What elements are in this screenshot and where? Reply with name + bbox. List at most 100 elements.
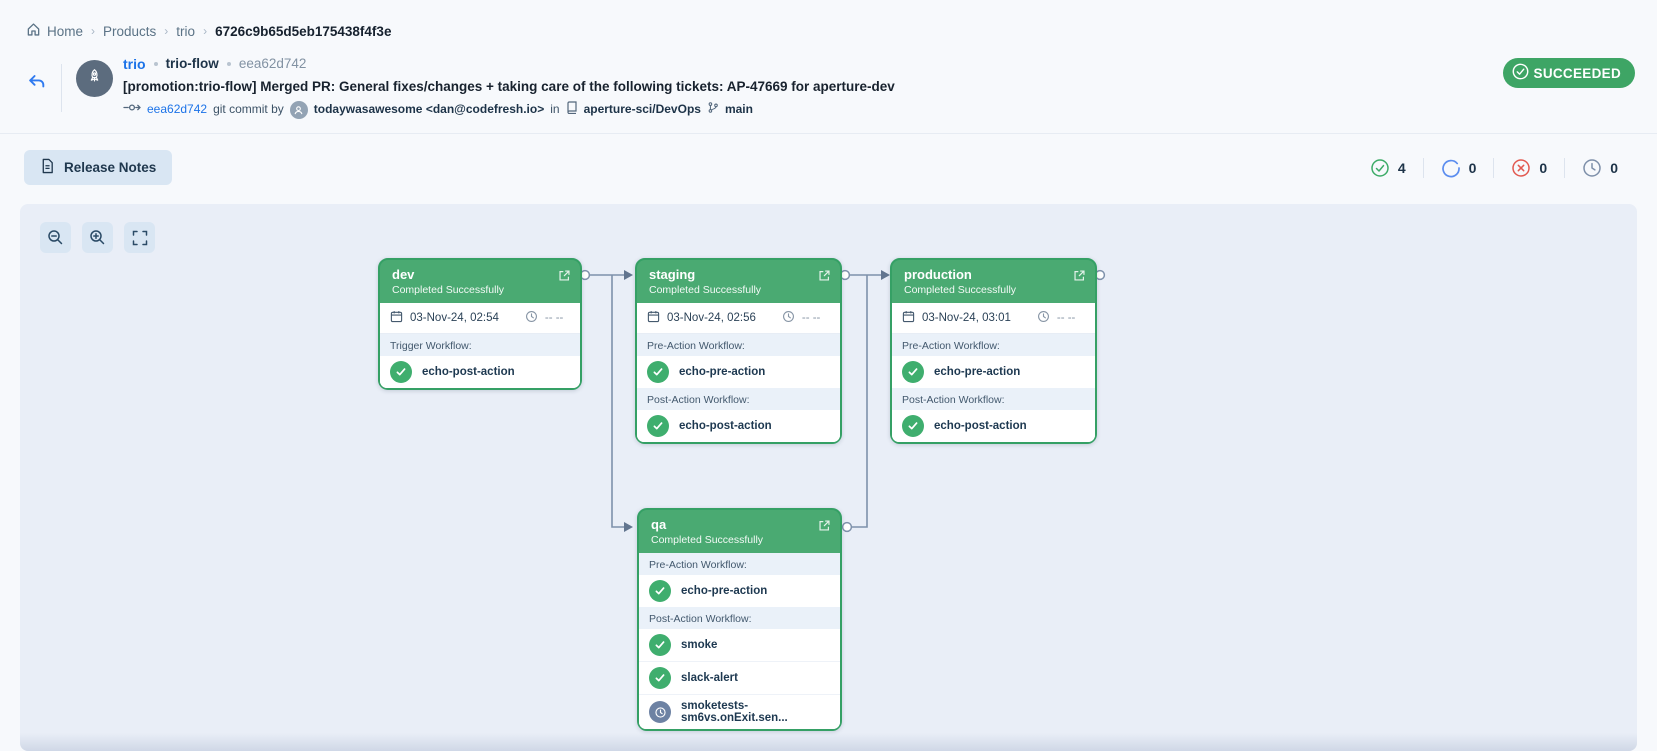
commit-sha-link[interactable]: eea62d742 [147, 101, 207, 118]
workflow-item-smoke[interactable]: smoke [639, 629, 840, 661]
release-header: trio trio-flow eea62d742 [promotion:trio… [0, 40, 1657, 119]
node-duration: -- -- [1057, 312, 1076, 324]
workflow-name: smoke [681, 639, 717, 651]
breadcrumb-trio-link[interactable]: trio [176, 24, 195, 39]
workflow-name: echo-pre-action [681, 585, 767, 597]
breadcrumb-current-release-id: 6726c9b65d5eb175438f4f3e [215, 24, 391, 39]
duration-clock-icon [782, 310, 795, 326]
node-date: 03-Nov-24, 02:56 [667, 312, 756, 324]
workflow-item-echo-post-action[interactable]: echo-post-action [637, 410, 840, 442]
environment-node-header: staging Completed Successfully [637, 260, 840, 303]
environment-node-production[interactable]: production Completed Successfully 03-Nov… [890, 258, 1097, 444]
workflow-success-icon [390, 361, 412, 383]
release-notes-button[interactable]: Release Notes [24, 150, 172, 185]
product-link[interactable]: trio [123, 54, 146, 74]
workflow-section-label: Pre-Action Workflow: [892, 334, 1095, 356]
flow-name: trio-flow [166, 54, 219, 74]
environment-status: Completed Successfully [392, 283, 568, 297]
environment-name: dev [392, 267, 568, 283]
duration-clock-icon [525, 310, 538, 326]
node-date-row: 03-Nov-24, 02:54 -- -- [380, 303, 580, 334]
node-duration: -- -- [802, 312, 821, 324]
counter-running: 0 [1423, 158, 1494, 178]
branch-name: main [725, 101, 753, 118]
environment-node-body: Pre-Action Workflow:echo-pre-actionPost-… [639, 553, 840, 729]
workflow-item-slack-alert[interactable]: slack-alert [639, 661, 840, 694]
release-avatar [76, 60, 113, 97]
node-date-row: 03-Nov-24, 02:56 -- -- [637, 303, 840, 334]
open-environment-icon[interactable] [1073, 269, 1086, 282]
environment-node-header: qa Completed Successfully [639, 510, 840, 553]
commit-by-label: git commit by [213, 101, 284, 118]
workflow-name: echo-post-action [422, 366, 515, 378]
zoom-in-button[interactable] [82, 222, 113, 253]
counter-failed: 0 [1493, 158, 1564, 178]
environment-node-staging[interactable]: staging Completed Successfully 03-Nov-24… [635, 258, 842, 444]
workflow-item-echo-pre-action[interactable]: echo-pre-action [639, 575, 840, 607]
commit-short: eea62d742 [239, 54, 307, 74]
workflow-section-label: Trigger Workflow: [380, 334, 580, 356]
node-duration: -- -- [545, 312, 564, 324]
commit-icon [123, 101, 141, 118]
workflow-item-smoketests-sm6vsonExitsen[interactable]: smoketests-sm6vs.onExit.sen... [639, 694, 840, 729]
promotion-flow-canvas[interactable]: dev Completed Successfully 03-Nov-24, 02… [20, 204, 1637, 751]
zoom-out-button[interactable] [40, 222, 71, 253]
workflow-success-icon [649, 580, 671, 602]
workflow-success-icon [649, 667, 671, 689]
node-date: 03-Nov-24, 03:01 [922, 312, 1011, 324]
workflow-item-echo-pre-action[interactable]: echo-pre-action [637, 356, 840, 388]
environment-name: production [904, 267, 1083, 283]
workflow-name: echo-pre-action [679, 366, 765, 378]
environment-node-header: dev Completed Successfully [380, 260, 580, 303]
header-divider [61, 64, 62, 112]
breadcrumb: Home › Products › trio › 6726c9b65d5eb17… [0, 0, 1657, 40]
environment-status: Completed Successfully [904, 283, 1083, 297]
environment-node-qa[interactable]: qa Completed Successfully Pre-Action Wor… [637, 508, 842, 731]
check-circle-icon [1370, 158, 1390, 178]
environment-node-dev[interactable]: dev Completed Successfully 03-Nov-24, 02… [378, 258, 582, 390]
open-environment-icon[interactable] [818, 519, 831, 532]
breadcrumb-separator: › [164, 24, 168, 38]
fit-to-screen-button[interactable] [124, 222, 155, 253]
workflow-success-icon [647, 361, 669, 383]
node-date: 03-Nov-24, 02:54 [410, 312, 499, 324]
repo-name: aperture-sci/DevOps [584, 101, 701, 118]
workflow-name: slack-alert [681, 672, 738, 684]
environment-node-body: 03-Nov-24, 03:01 -- -- Pre-Action Workflow… [892, 303, 1095, 442]
commit-in-label: in [550, 101, 559, 118]
environment-name: staging [649, 267, 828, 283]
clock-icon [1582, 158, 1602, 178]
workflow-section-label: Pre-Action Workflow: [639, 553, 840, 575]
breadcrumb-products-link[interactable]: Products [103, 24, 156, 39]
workflow-section-label: Pre-Action Workflow: [637, 334, 840, 356]
breadcrumb-separator: › [91, 24, 95, 38]
workflow-section-label: Post-Action Workflow: [637, 388, 840, 410]
node-date-row: 03-Nov-24, 03:01 -- -- [892, 303, 1095, 334]
workflow-item-echo-post-action[interactable]: echo-post-action [892, 410, 1095, 442]
canvas-bottom-shadow [20, 733, 1637, 751]
calendar-icon [647, 310, 660, 326]
open-environment-icon[interactable] [818, 269, 831, 282]
document-icon [40, 158, 55, 177]
status-badge: SUCCEEDED [1503, 58, 1635, 88]
breadcrumb-home-link[interactable]: Home [26, 22, 83, 40]
environment-node-body: 03-Nov-24, 02:54 -- -- Trigger Workflow: ec… [380, 303, 580, 388]
release-title: [promotion:trio-flow] Merged PR: General… [123, 77, 895, 97]
counter-pending: 0 [1564, 158, 1635, 178]
dot-separator [227, 62, 231, 66]
workflow-item-echo-post-action[interactable]: echo-post-action [380, 356, 580, 388]
x-circle-icon [1511, 158, 1531, 178]
rocket-icon [85, 67, 104, 91]
workflow-counters: 4 0 0 0 [1353, 158, 1635, 178]
status-badge-label: SUCCEEDED [1534, 66, 1621, 81]
back-button[interactable] [26, 72, 47, 98]
workflow-item-echo-pre-action[interactable]: echo-pre-action [892, 356, 1095, 388]
toolbar: Release Notes 4 0 0 0 [0, 134, 1657, 185]
calendar-icon [902, 310, 915, 326]
dot-separator [154, 62, 158, 66]
succeeded-check-icon [1511, 62, 1530, 84]
open-environment-icon[interactable] [558, 269, 571, 282]
workflow-pending-icon [649, 701, 671, 723]
commit-author: todaywasawesome <dan@codefresh.io> [314, 101, 544, 118]
counter-succeeded: 4 [1353, 158, 1423, 178]
